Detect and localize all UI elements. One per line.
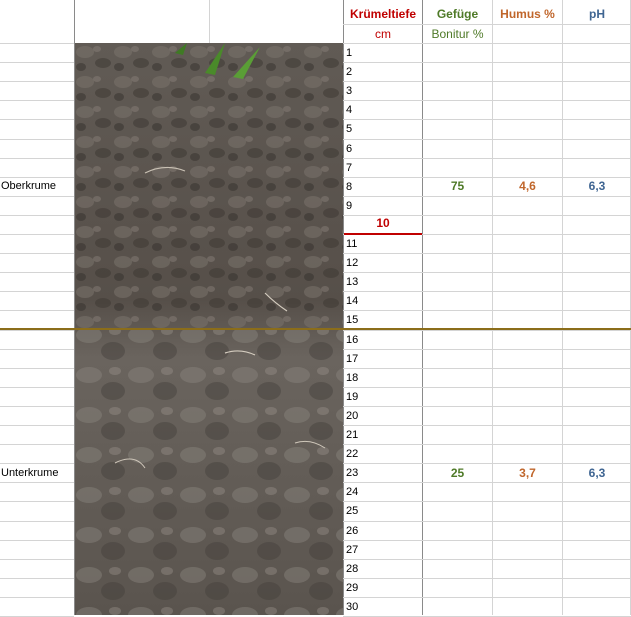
depth-row-label: 27	[346, 544, 359, 556]
depth-row-label: 14	[346, 295, 359, 307]
row-line	[343, 139, 631, 140]
row-line	[343, 100, 631, 101]
humus-header: Humus %	[500, 7, 555, 21]
row-line	[343, 501, 631, 502]
row-line	[343, 272, 631, 273]
row-line	[343, 597, 631, 598]
depth-header: Krümeltiefe	[349, 7, 417, 21]
depth-row-label: 2	[346, 66, 353, 78]
row-line	[343, 368, 631, 369]
row-line	[343, 119, 631, 120]
depth-row-label: 20	[346, 410, 359, 422]
subsoil-humus-value: 3,7	[519, 466, 536, 480]
row-line	[343, 444, 631, 445]
depth-row-label: 1	[346, 47, 353, 59]
row-line	[0, 597, 74, 598]
depth-row-label: 24	[346, 486, 359, 498]
row-line	[0, 81, 74, 82]
row-line	[0, 501, 74, 502]
row-line	[0, 349, 74, 350]
row-line	[343, 291, 631, 292]
row-line	[0, 253, 74, 254]
row-line	[343, 253, 631, 254]
layer-separator	[0, 328, 631, 330]
depth-row-label: 6	[346, 143, 353, 155]
row-line	[343, 310, 631, 311]
row-line	[0, 272, 74, 273]
row-line	[0, 139, 74, 140]
row-line	[343, 521, 631, 522]
row-line	[343, 81, 631, 82]
depth-row-label: 11	[346, 238, 358, 250]
row-line	[343, 43, 631, 44]
layer-label-subsoil: Unterkrume	[1, 467, 59, 479]
subsoil-structure-value: 25	[450, 466, 465, 480]
depth-row-label: 26	[346, 525, 359, 537]
row-line	[343, 540, 631, 541]
row-line	[0, 330, 74, 331]
depth-row-label: 19	[346, 391, 359, 403]
row-line	[0, 291, 74, 292]
depth-row-label: 7	[346, 162, 353, 174]
depth-row-label: 5	[346, 123, 353, 135]
subsoil-ph-value: 6,3	[588, 466, 606, 480]
row-line	[0, 444, 74, 445]
row-line	[0, 578, 74, 579]
topsoil-humus-value: 4,6	[519, 179, 536, 193]
depth-unit: cm	[375, 27, 391, 41]
row-line	[0, 540, 74, 541]
crumb-depth-cell: 10	[344, 214, 422, 233]
depth-row-label: 28	[346, 563, 359, 575]
row-line	[343, 406, 631, 407]
depth-row-label: 16	[346, 334, 359, 346]
crumb-depth-underline	[344, 233, 422, 235]
row-line	[0, 196, 74, 197]
layer-label-topsoil: Oberkrume	[1, 180, 57, 192]
row-line	[0, 62, 74, 63]
depth-row-label: 13	[346, 276, 359, 288]
row-line	[0, 310, 74, 311]
row-line	[0, 521, 74, 522]
crumb-depth-value: 10	[376, 216, 390, 230]
row-line	[0, 43, 74, 44]
depth-row-label: 4	[346, 104, 353, 116]
depth-row-label: 17	[346, 353, 359, 365]
row-line	[0, 406, 74, 407]
row-line	[343, 559, 631, 560]
row-line	[343, 425, 631, 426]
structure-header: Gefüge	[436, 7, 479, 21]
topsoil-ph-value: 6,3	[588, 179, 606, 193]
row-line	[343, 578, 631, 579]
row-line	[0, 559, 74, 560]
row-line	[0, 215, 74, 216]
depth-row-label: 18	[346, 372, 359, 384]
structure-unit: Bonitur %	[431, 27, 484, 41]
row-line	[343, 196, 631, 197]
depth-row-label: 30	[346, 601, 359, 613]
row-line	[343, 62, 631, 63]
topsoil-structure-value: 75	[450, 179, 465, 193]
depth-row-label: 22	[346, 448, 359, 460]
row-line	[0, 158, 74, 159]
row-line	[0, 100, 74, 101]
row-line	[343, 349, 631, 350]
ph-header: pH	[589, 7, 605, 21]
row-line	[343, 387, 631, 388]
depth-row-label: 25	[346, 505, 359, 517]
row-line	[0, 234, 74, 235]
depth-row-label: 3	[346, 85, 353, 97]
depth-row-label: 8	[346, 181, 353, 193]
depth-row-label: 21	[346, 429, 359, 441]
row-line	[343, 330, 631, 331]
row-line	[0, 119, 74, 120]
row-line	[0, 387, 74, 388]
row-line	[0, 425, 74, 426]
depth-row-label: 23	[346, 467, 359, 479]
row-line	[0, 368, 74, 369]
depth-row-label: 12	[346, 257, 359, 269]
depth-row-label: 29	[346, 582, 359, 594]
row-line	[343, 158, 631, 159]
